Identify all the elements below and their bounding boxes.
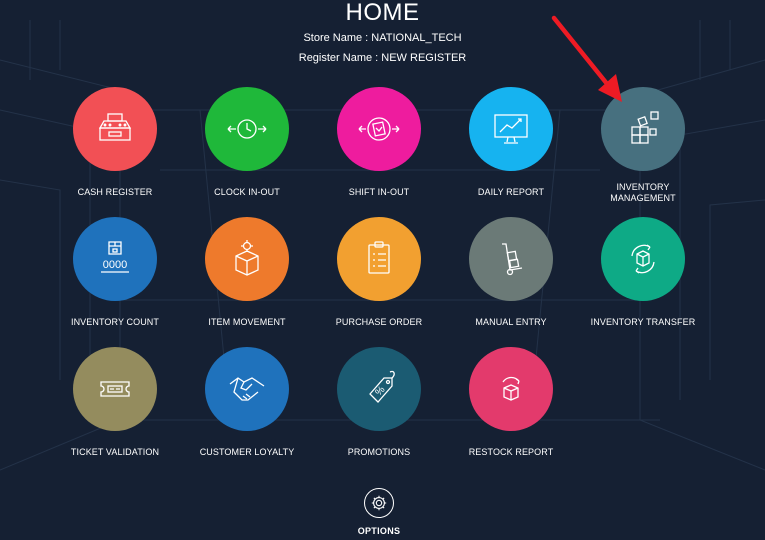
tile-clock-in-out[interactable]: CLOCK IN-OUT (181, 87, 313, 197)
tile-ticket-validation[interactable]: TICKET VALIDATION (49, 347, 181, 457)
tile-item-movement[interactable]: ITEM MOVEMENT (181, 217, 313, 327)
box-gear-icon (205, 217, 289, 301)
tile-restock-report[interactable]: RESTOCK REPORT (445, 347, 577, 457)
page-title: HOME (345, 0, 420, 26)
tile-label: PROMOTIONS (347, 447, 411, 457)
inventory-boxes-icon (601, 87, 685, 171)
tile-inventory-transfer[interactable]: INVENTORY TRANSFER (577, 217, 709, 327)
store-name: Store Name : NATIONAL_TECH (303, 32, 462, 44)
register-name: Register Name : NEW REGISTER (298, 52, 467, 64)
tile-shift-in-out[interactable]: SHIFT IN-OUT (313, 87, 445, 197)
tile-inventory-count[interactable]: 0000 INVENTORY COUNT (49, 217, 181, 327)
svg-text:0000: 0000 (103, 259, 127, 271)
gear-icon (364, 488, 394, 518)
tile-promotions[interactable]: % PROMOTIONS (313, 347, 445, 457)
tile-label: PURCHASE ORDER (335, 317, 423, 327)
handshake-icon (205, 347, 289, 431)
options-button[interactable]: OPTIONS (339, 488, 419, 536)
tile-manual-entry[interactable]: MANUAL ENTRY (445, 217, 577, 327)
tile-label: CASH REGISTER (77, 187, 153, 197)
box-transfer-icon (601, 217, 685, 301)
tile-label: INVENTORY MANAGEMENT (610, 182, 676, 203)
tile-customer-loyalty[interactable]: CUSTOMER LOYALTY (181, 347, 313, 457)
ticket-icon (73, 347, 157, 431)
inventory-count-icon: 0000 (73, 217, 157, 301)
tile-cash-register[interactable]: CASH REGISTER (49, 87, 181, 197)
clock-icon (205, 87, 289, 171)
options-label: OPTIONS (357, 526, 401, 536)
tile-label: MANUAL ENTRY (475, 317, 547, 327)
tile-label: DAILY REPORT (477, 187, 545, 197)
monitor-chart-icon (469, 87, 553, 171)
restock-box-icon (469, 347, 553, 431)
tile-label: TICKET VALIDATION (70, 447, 160, 457)
tile-label: INVENTORY COUNT (70, 317, 159, 327)
tile-label: CUSTOMER LOYALTY (199, 447, 295, 457)
hand-truck-icon (469, 217, 553, 301)
shift-icon (337, 87, 421, 171)
tile-inventory-management[interactable]: INVENTORY MANAGEMENT (577, 87, 709, 203)
tile-label: CLOCK IN-OUT (214, 187, 280, 197)
svg-text:%: % (373, 384, 387, 398)
clipboard-icon (337, 217, 421, 301)
cash-register-icon (73, 87, 157, 171)
price-tag-icon: % (337, 347, 421, 431)
tile-label: ITEM MOVEMENT (208, 317, 286, 327)
tile-daily-report[interactable]: DAILY REPORT (445, 87, 577, 197)
tile-label: SHIFT IN-OUT (348, 187, 410, 197)
tile-purchase-order[interactable]: PURCHASE ORDER (313, 217, 445, 327)
tile-label: INVENTORY TRANSFER (590, 317, 696, 327)
tile-label: RESTOCK REPORT (468, 447, 554, 457)
